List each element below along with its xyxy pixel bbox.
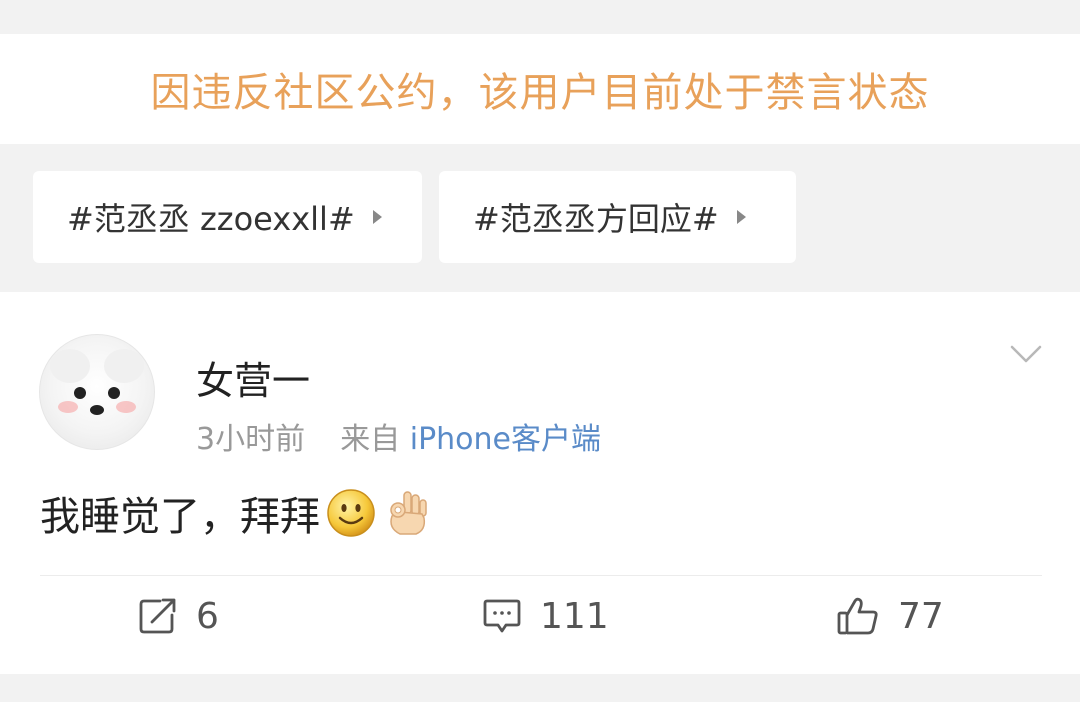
smile-emoji-icon [327, 489, 375, 537]
triangle-right-icon [736, 210, 746, 224]
divider [40, 575, 1042, 576]
bottom-strip [0, 674, 1080, 702]
topic-chip-2[interactable]: #范丞丞方回应# [439, 171, 796, 263]
like-button[interactable]: 77 [836, 595, 944, 637]
ban-notice: 因违反社区公约，该用户目前处于禁言状态 [0, 34, 1080, 144]
topic-chip-label: #范丞丞 zzoexxll# [67, 200, 355, 238]
like-count: 77 [898, 595, 944, 637]
dog-ear [104, 349, 144, 383]
post-text: 我睡觉了，拜拜 [40, 494, 320, 540]
username[interactable]: 女营一 [196, 350, 310, 405]
avatar[interactable] [39, 334, 155, 450]
post-time: 3小时前 [196, 422, 306, 457]
post-card: 女营一 3小时前 来自 iPhone客户端 我睡觉了，拜拜 6 111 77 [0, 292, 1080, 674]
dog-nose [90, 405, 104, 415]
action-bar: 6 111 77 [0, 582, 1080, 662]
dog-ear [50, 349, 90, 383]
triangle-right-icon [372, 210, 382, 224]
post-meta: 3小时前 来自 iPhone客户端 [196, 414, 601, 458]
chevron-down-icon[interactable] [1010, 344, 1042, 364]
comment-icon [483, 599, 521, 633]
repost-button[interactable]: 6 [138, 595, 219, 637]
ban-notice-text: 因违反社区公约，该用户目前处于禁言状态 [150, 70, 930, 116]
dog-blush [116, 401, 136, 413]
comment-button[interactable]: 111 [482, 595, 609, 637]
dog-eye [108, 387, 120, 399]
dog-blush [58, 401, 78, 413]
comment-count: 111 [540, 595, 609, 637]
repost-icon [139, 598, 176, 634]
topic-row: #范丞丞 zzoexxll# #范丞丞方回应# [0, 144, 1080, 292]
topic-chip-1[interactable]: #范丞丞 zzoexxll# [33, 171, 422, 263]
top-strip [0, 0, 1080, 34]
repost-count: 6 [196, 595, 219, 637]
thumbs-up-icon [837, 597, 878, 635]
ok-hand-emoji-icon [390, 491, 427, 535]
topic-chip-label: #范丞丞方回应# [473, 200, 719, 238]
post-source[interactable]: iPhone客户端 [410, 422, 601, 457]
post-from-prefix: 来自 [340, 422, 401, 457]
post-body: 我睡觉了，拜拜 [40, 484, 432, 542]
dog-eye [74, 387, 86, 399]
